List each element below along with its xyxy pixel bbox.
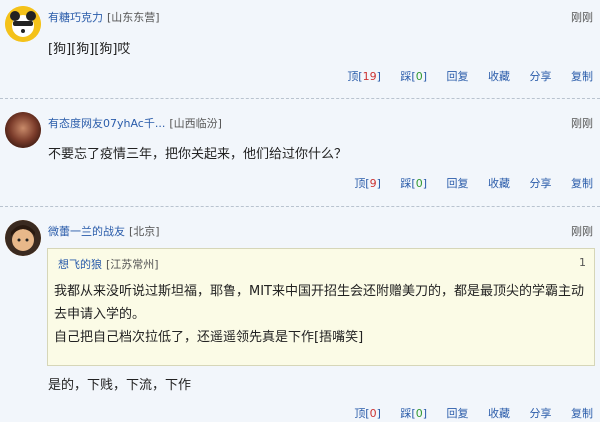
downvote-button[interactable]: 踩[0] (400, 70, 427, 83)
location: [山西临汾] (169, 117, 222, 130)
copy-button[interactable]: 复制 (571, 177, 593, 190)
action-bar: 顶[0] 踩[0] 回复 收藏 分享 复制 (354, 405, 593, 421)
action-bar: 顶[19] 踩[0] 回复 收藏 分享 复制 (347, 68, 593, 84)
upvote-button[interactable]: 顶[0] (354, 407, 381, 420)
username[interactable]: 微蕾一兰的战友 (48, 225, 125, 238)
avatar[interactable] (5, 6, 41, 42)
timestamp: 刚刚 (571, 225, 593, 238)
upvote-count: 0 (369, 407, 377, 420)
reply-button[interactable]: 回复 (447, 177, 469, 190)
quote-floor-number: 1 (579, 256, 586, 269)
quote-text-line: 去申请入学的。 (54, 307, 146, 322)
share-button[interactable]: 分享 (530, 407, 552, 420)
share-button[interactable]: 分享 (530, 70, 552, 83)
comment-2: 有态度网友07yhAc千... [山西临汾] 刚刚 不要忘了疫情三年，把你关起来，… (0, 99, 600, 205)
copy-button[interactable]: 复制 (571, 407, 593, 420)
downvote-count: 0 (415, 407, 423, 420)
timestamp: 刚刚 (571, 117, 593, 130)
avatar-photo-icon (5, 220, 41, 256)
action-bar: 顶[9] 踩[0] 回复 收藏 分享 复制 (354, 175, 593, 191)
location: [山东东营] (107, 11, 160, 24)
avatar[interactable] (5, 112, 41, 148)
favorite-button[interactable]: 收藏 (488, 177, 510, 190)
quote-location: [江苏常州] (106, 258, 159, 271)
downvote-button[interactable]: 踩[0] (400, 407, 427, 420)
upvote-button[interactable]: 顶[9] (354, 177, 381, 190)
avatar[interactable] (5, 220, 41, 256)
quoted-comment: 想飞的狼 [江苏常州] 1 我都从来没听说过斯坦福，耶鲁，MIT来中国开招生会还附… (47, 248, 595, 366)
comment-1: 有糖巧克力 [山东东营] 刚刚 [狗][狗][狗]哎 顶[19] 踩[0] 回复 … (0, 0, 600, 98)
upvote-count: 9 (369, 177, 377, 190)
comment-meta: 有态度网友07yhAc千... [山西临汾] (48, 115, 222, 131)
favorite-button[interactable]: 收藏 (488, 407, 510, 420)
username[interactable]: 有糖巧克力 (48, 11, 103, 24)
location: [北京] (129, 225, 160, 238)
comment-3: 微蕾一兰的战友 [北京] 刚刚 想飞的狼 [江苏常州] 1 我都从来没听说过斯坦福，… (0, 207, 600, 422)
quote-meta: 想飞的狼 [江苏常州] (58, 256, 159, 272)
share-button[interactable]: 分享 (530, 177, 552, 190)
reply-button[interactable]: 回复 (447, 407, 469, 420)
avatar-panda-icon (5, 6, 41, 42)
comment-text: [狗][狗][狗]哎 (48, 42, 131, 57)
downvote-button[interactable]: 踩[0] (400, 177, 427, 190)
comment-text: 是的，下贱，下流，下作 (48, 378, 192, 393)
upvote-button[interactable]: 顶[19] (347, 70, 381, 83)
comment-meta: 有糖巧克力 [山东东营] (48, 9, 160, 25)
downvote-count: 0 (415, 177, 423, 190)
quote-text-line: 自己把自己档次拉低了，还遥遥领先真是下作[捂嘴笑] (54, 330, 364, 345)
upvote-count: 19 (362, 70, 377, 83)
quote-text-line: 我都从来没听说过斯坦福，耶鲁，MIT来中国开招生会还附赠美刀的，都是最顶尖的学霸… (54, 284, 584, 299)
copy-button[interactable]: 复制 (571, 70, 593, 83)
avatar-photo-icon (5, 112, 41, 148)
timestamp: 刚刚 (571, 11, 593, 24)
favorite-button[interactable]: 收藏 (488, 70, 510, 83)
downvote-count: 0 (415, 70, 423, 83)
quote-username[interactable]: 想飞的狼 (58, 258, 102, 271)
comment-meta: 微蕾一兰的战友 [北京] (48, 223, 160, 239)
username[interactable]: 有态度网友07yhAc千... (48, 117, 165, 130)
comment-text: 不要忘了疫情三年，把你关起来，他们给过你什么？ (48, 147, 348, 162)
reply-button[interactable]: 回复 (447, 70, 469, 83)
